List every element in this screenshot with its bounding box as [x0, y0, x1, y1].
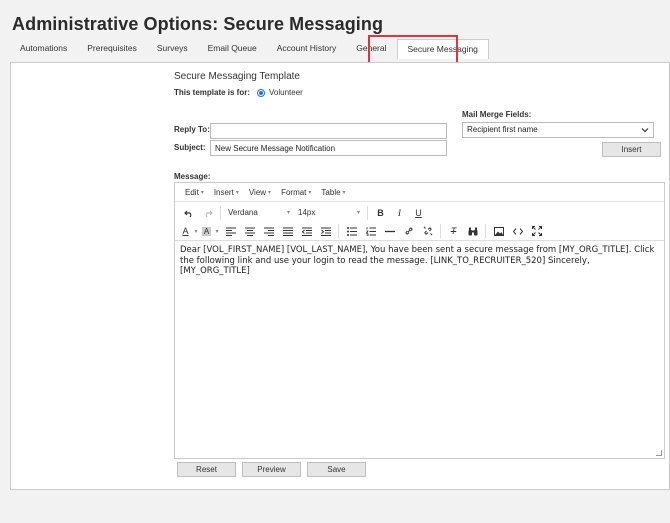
chevron-down-icon: ▾: [286, 210, 290, 216]
chevron-down-icon: ▾: [308, 189, 312, 196]
image-icon[interactable]: [489, 223, 508, 239]
align-right-icon[interactable]: [259, 223, 278, 239]
tab-account-history[interactable]: Account History: [267, 39, 347, 59]
volunteer-radio[interactable]: [257, 88, 266, 97]
menu-view[interactable]: View ▾: [244, 188, 276, 197]
template-for-row: This template is for: Volunteer: [174, 88, 303, 97]
volunteer-radio-label[interactable]: Volunteer: [269, 88, 303, 97]
align-center-icon[interactable]: [240, 223, 259, 239]
menu-format-label: Format: [281, 187, 307, 197]
align-left-icon[interactable]: [221, 223, 240, 239]
menu-table-label: Table: [321, 187, 341, 197]
underline-icon[interactable]: U: [409, 205, 428, 221]
section-title: Secure Messaging Template: [174, 71, 300, 82]
editor-menubar: Edit ▾ Insert ▾ View ▾ Format ▾ Table ▾: [175, 183, 664, 202]
outdent-icon[interactable]: [297, 223, 316, 239]
toolbar-divider: [338, 224, 339, 238]
reply-to-label: Reply To:: [174, 125, 210, 134]
tab-prerequisites[interactable]: Prerequisites: [77, 39, 147, 59]
text-color-icon[interactable]: A: [179, 223, 192, 239]
font-size-value: 14px: [298, 208, 316, 217]
bullet-list-icon[interactable]: [342, 223, 361, 239]
italic-icon[interactable]: I: [390, 205, 409, 221]
background-color-icon[interactable]: A: [200, 223, 213, 239]
redo-icon[interactable]: [198, 205, 217, 221]
menu-format[interactable]: Format ▾: [276, 188, 316, 197]
reset-button[interactable]: Reset: [177, 462, 236, 477]
menu-insert-label: Insert: [213, 187, 234, 197]
resize-handle[interactable]: [656, 450, 662, 456]
toolbar-divider: [440, 224, 441, 238]
bold-icon[interactable]: B: [371, 205, 390, 221]
subject-input[interactable]: [210, 140, 447, 156]
toolbar-divider: [220, 205, 221, 220]
mail-merge-select[interactable]: Recipient first name: [462, 122, 654, 138]
mail-merge-selected: Recipient first name: [467, 125, 538, 134]
message-body[interactable]: Dear [VOL_FIRST_NAME] [VOL_LAST_NAME], Y…: [180, 245, 658, 277]
menu-table[interactable]: Table ▾: [316, 188, 350, 197]
tab-bar: Automations Prerequisites Surveys Email …: [10, 39, 489, 61]
unlink-icon[interactable]: [418, 223, 437, 239]
horizontal-rule-icon[interactable]: [380, 223, 399, 239]
chevron-down-icon: ▾: [342, 189, 346, 196]
content-panel: Secure Messaging Template This template …: [10, 62, 670, 490]
tab-secure-messaging[interactable]: Secure Messaging: [396, 39, 489, 59]
message-label: Message:: [174, 172, 211, 181]
menu-insert[interactable]: Insert ▾: [209, 188, 244, 197]
save-button[interactable]: Save: [307, 462, 366, 477]
mail-merge-label: Mail Merge Fields:: [462, 110, 532, 119]
source-code-icon[interactable]: [508, 223, 527, 239]
chevron-down-icon: ▾: [356, 210, 360, 216]
reply-to-input[interactable]: [210, 123, 447, 139]
chevron-down-icon: ▾: [200, 189, 204, 196]
chevron-down-icon[interactable]: ▾: [213, 223, 221, 239]
rich-text-editor: Edit ▾ Insert ▾ View ▾ Format ▾ Table ▾ Verda…: [174, 182, 665, 459]
chevron-down-icon: ▾: [268, 189, 272, 196]
tab-general[interactable]: General: [346, 39, 396, 59]
chevron-down-icon: ▾: [235, 189, 239, 196]
fullscreen-icon[interactable]: [527, 223, 546, 239]
menu-edit[interactable]: Edit ▾: [180, 188, 209, 197]
tab-surveys[interactable]: Surveys: [147, 39, 198, 59]
chevron-down-icon[interactable]: ▾: [192, 223, 200, 239]
clear-formatting-icon[interactable]: T: [444, 223, 463, 239]
undo-icon[interactable]: [179, 205, 198, 221]
menu-edit-label: Edit: [185, 187, 199, 197]
align-justify-icon[interactable]: [278, 223, 297, 239]
link-icon[interactable]: [399, 223, 418, 239]
font-family-dropdown[interactable]: Verdana ▾: [224, 205, 294, 221]
insert-button[interactable]: Insert: [602, 142, 661, 157]
tab-email-queue[interactable]: Email Queue: [198, 39, 267, 59]
numbered-list-icon[interactable]: [361, 223, 380, 239]
font-size-dropdown[interactable]: 14px ▾: [294, 205, 364, 221]
editor-toolbar-secondary: A ▾ A ▾ T: [175, 222, 664, 241]
chevron-down-icon: [641, 126, 649, 134]
preview-button[interactable]: Preview: [242, 462, 301, 477]
editor-toolbar-primary: Verdana ▾ 14px ▾ B I U: [175, 203, 664, 222]
indent-icon[interactable]: [316, 223, 335, 239]
toolbar-divider: [367, 205, 368, 220]
subject-label: Subject:: [174, 143, 206, 152]
find-replace-icon[interactable]: [463, 223, 482, 239]
font-family-value: Verdana: [228, 208, 258, 217]
tab-automations[interactable]: Automations: [10, 39, 77, 59]
page-title: Administrative Options: Secure Messaging: [12, 14, 384, 34]
template-for-label: This template is for:: [174, 88, 251, 97]
menu-view-label: View: [248, 187, 267, 197]
page-footer-strip: [0, 490, 670, 523]
toolbar-divider: [485, 224, 486, 238]
